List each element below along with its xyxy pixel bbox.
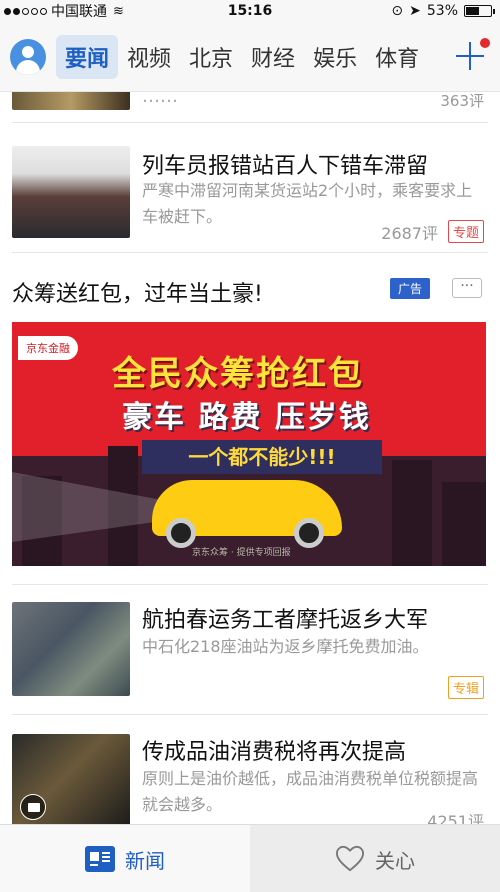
newspaper-icon: [85, 846, 115, 872]
divider: [12, 584, 488, 585]
ad-banner[interactable]: 京东金融 全民众筹抢红包 豪车 路费 压岁钱 一个都不能少!!! 京东众筹 · …: [12, 322, 486, 566]
thumbnail: [12, 734, 130, 824]
tab-beijing[interactable]: 北京: [180, 35, 242, 79]
location-icon: ➤: [409, 3, 421, 19]
tab-care-label: 关心: [375, 848, 415, 873]
status-bar: 中国联通 ≋ 15:16 ⊙ ➤ 53%: [0, 0, 500, 22]
jd-finance-logo: 京东金融: [18, 336, 78, 360]
battery-icon: [464, 5, 495, 17]
thumbnail: [12, 92, 130, 110]
signal-strength-icon: [4, 7, 47, 15]
comment-count: 363评: [440, 92, 484, 110]
battery-percent: 53%: [426, 3, 458, 19]
item-title: 航拍春运务工者摩托返乡大军: [142, 608, 429, 633]
channel-nav: 要闻 视频 北京 财经 娱乐 体育: [0, 22, 500, 92]
car-wheel: [294, 518, 324, 548]
item-title: 列车员报错站百人下错车滞留: [142, 154, 429, 179]
car-wheel: [166, 518, 196, 548]
bottom-tab-bar: 新闻 关心: [0, 824, 500, 892]
ad-title[interactable]: 众筹送红包，过年当土豪!: [12, 276, 263, 308]
tab-care[interactable]: 关心: [250, 825, 500, 892]
news-feed[interactable]: …… 363评 列车员报错站百人下错车滞留 严寒中滞留河南某货运站2个小时，乘客…: [0, 92, 500, 824]
ad-subline: 豪车 路费 压岁钱: [122, 400, 371, 435]
divider: [12, 714, 488, 715]
notification-dot: [480, 38, 490, 48]
tab-news-label: 新闻: [125, 848, 165, 873]
ad-headline: 全民众筹抢红包: [112, 354, 364, 394]
video-icon: [20, 794, 46, 820]
tab-news[interactable]: 新闻: [0, 825, 250, 892]
tab-video[interactable]: 视频: [118, 35, 180, 79]
thumbnail: [12, 146, 130, 238]
thumbnail: [12, 602, 130, 696]
item-description: 中石化218座油站为返乡摩托免费加油。: [142, 637, 429, 656]
list-item[interactable]: 航拍春运务工者摩托返乡大军 中石化218座油站为返乡摩托免费加油。 专辑: [0, 592, 500, 710]
tab-entertainment[interactable]: 娱乐: [304, 35, 366, 79]
tab-headlines[interactable]: 要闻: [56, 34, 119, 79]
list-item-partial[interactable]: …… 363评: [0, 92, 500, 122]
more-options-button[interactable]: ···: [452, 278, 482, 298]
wifi-icon: ≋: [113, 3, 124, 19]
carrier-name: 中国联通: [51, 4, 107, 20]
comment-count: 2687评: [381, 224, 438, 243]
topic-tag: 专题: [447, 220, 484, 243]
channel-tabs: 要闻 视频 北京 财经 娱乐 体育: [56, 34, 428, 79]
item-title: ……: [142, 92, 178, 107]
lock-rotation-icon: ⊙: [391, 3, 404, 19]
tab-finance[interactable]: 财经: [242, 35, 304, 79]
avatar[interactable]: [10, 38, 46, 75]
list-item[interactable]: 列车员报错站百人下错车滞留 严寒中滞留河南某货运站2个小时，乘客要求上车被赶下。…: [0, 136, 500, 254]
ad-ribbon: 一个都不能少!!!: [142, 440, 382, 474]
list-item[interactable]: 传成品油消费税将再次提高 原则上是油价越低，成品油消费税单位税额提高就会越多。 …: [0, 722, 500, 824]
divider: [12, 252, 488, 253]
add-channel-button[interactable]: [450, 36, 490, 76]
item-title: 传成品油消费税将再次提高: [142, 740, 407, 765]
ad-footer: 京东众筹 · 提供专项回报: [192, 548, 291, 558]
tab-sports[interactable]: 体育: [366, 35, 428, 79]
comment-count: 4251评: [427, 812, 484, 824]
heart-icon: [335, 845, 365, 872]
ad-badge: 广告: [390, 278, 431, 299]
album-tag: 专辑: [447, 676, 484, 699]
divider: [12, 122, 488, 123]
